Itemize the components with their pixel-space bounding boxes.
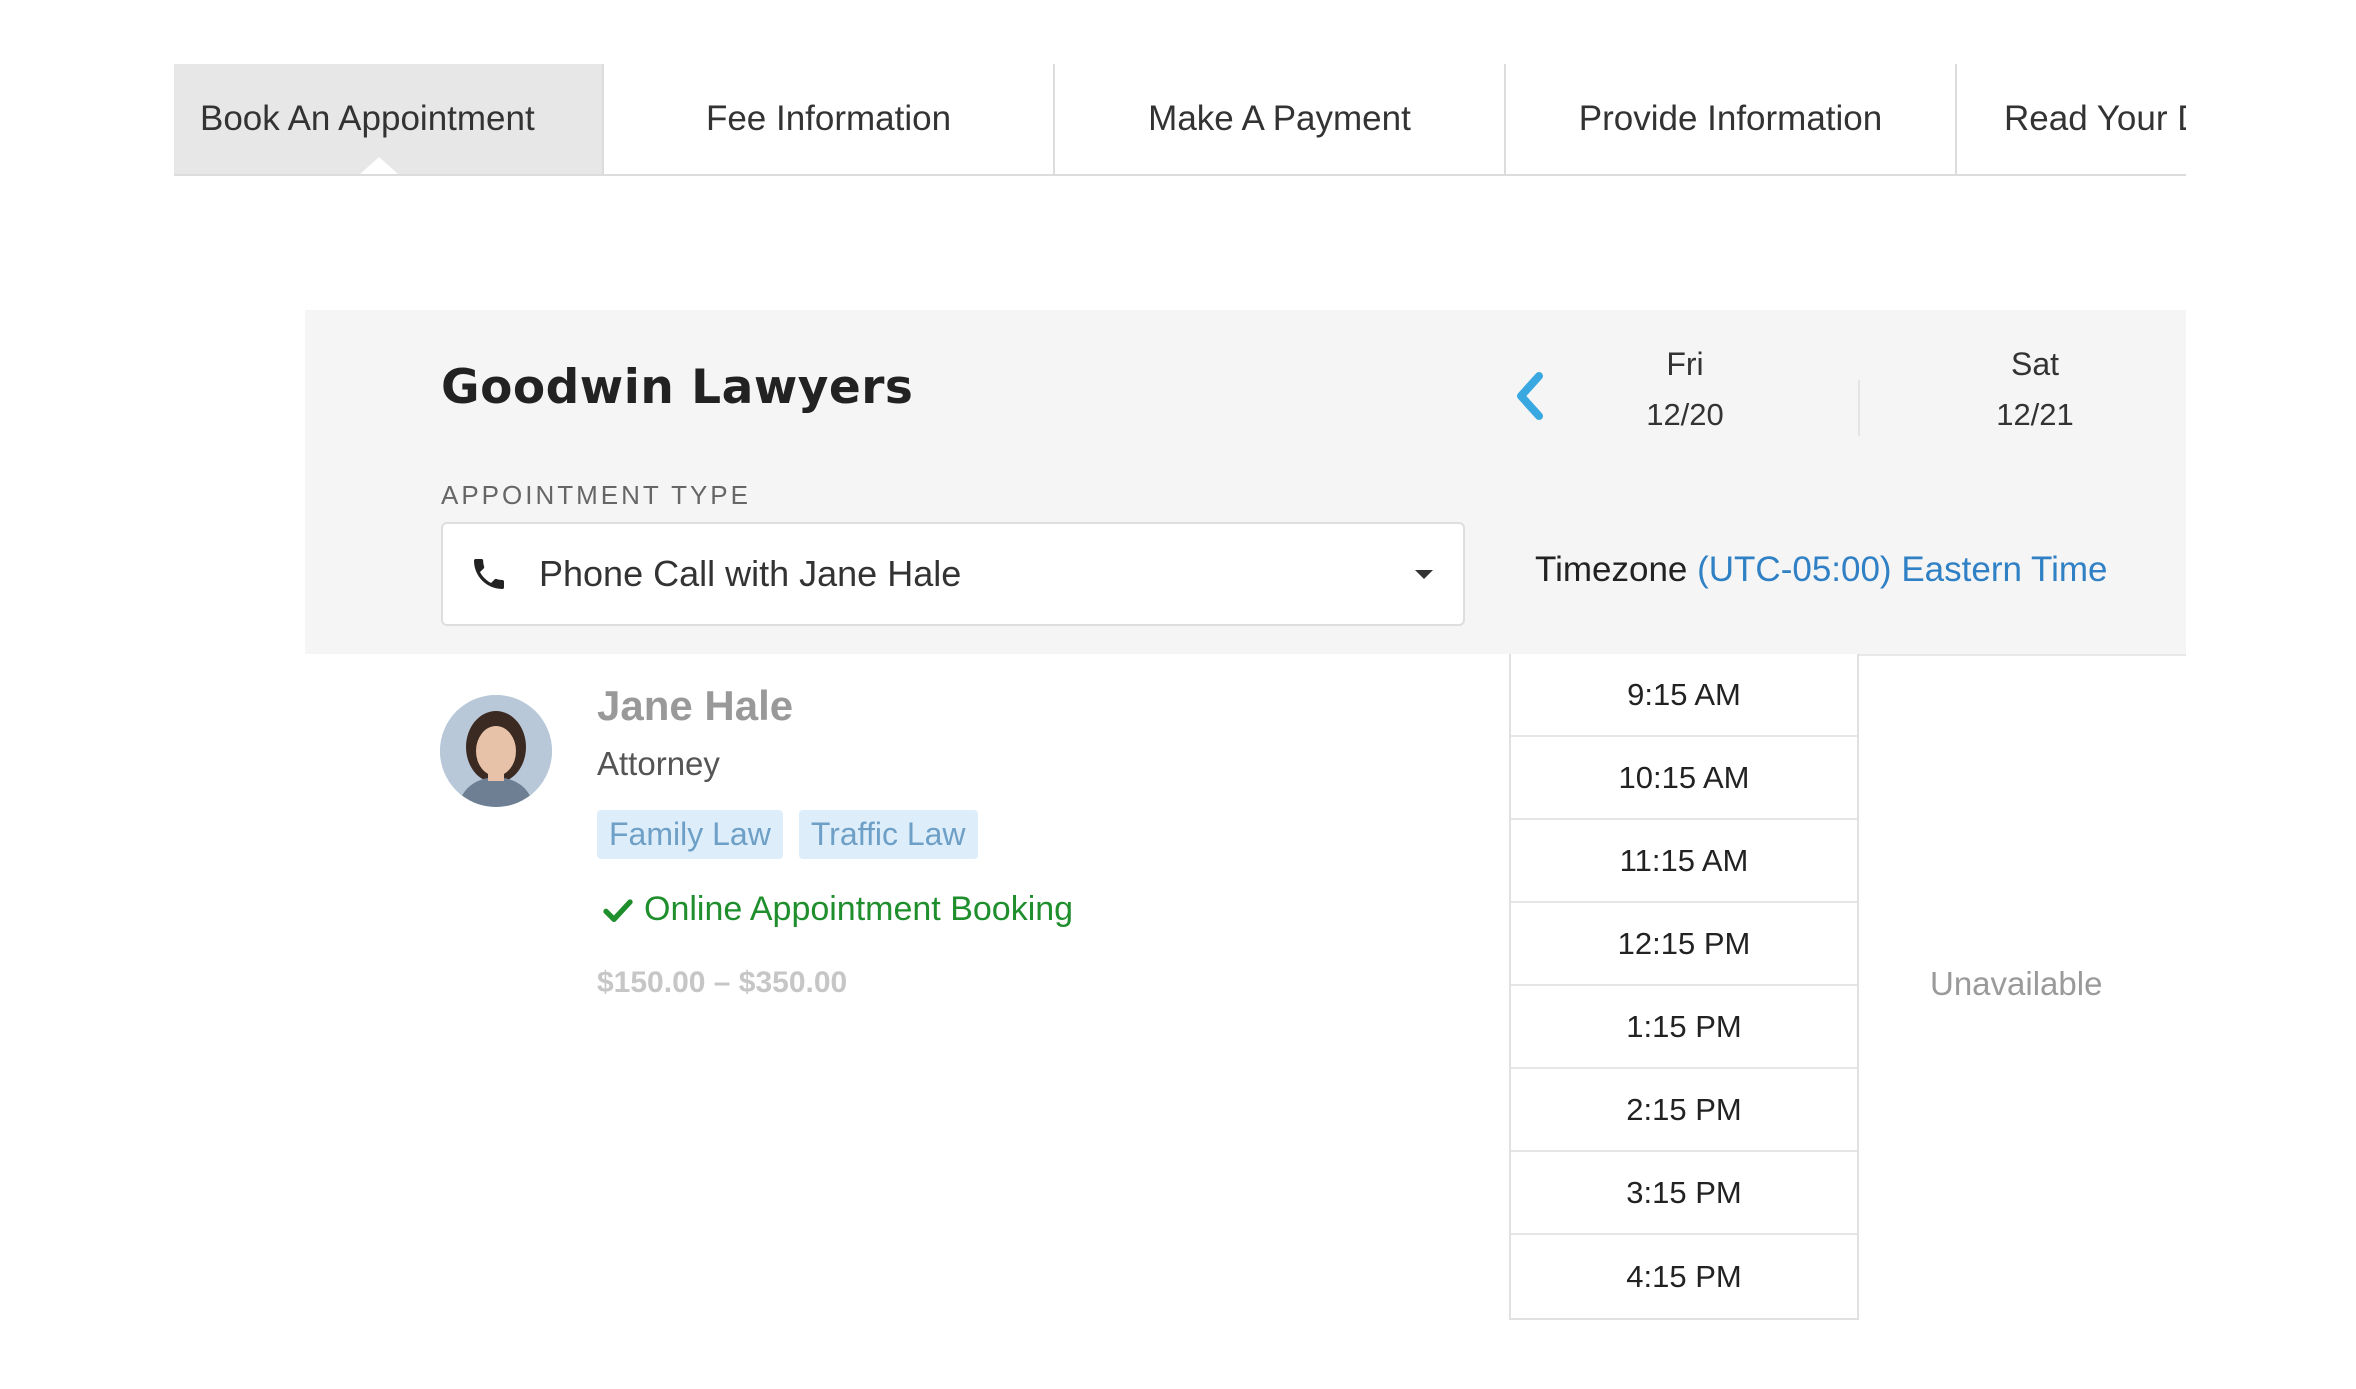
divider <box>1859 654 2186 656</box>
sat-unavailable-status: Unavailable <box>1930 965 2103 1002</box>
day-name: Sat <box>2010 346 2060 382</box>
attorney-name[interactable]: Jane Hale <box>597 682 793 730</box>
day-date: 12/21 <box>1996 397 2074 432</box>
appointment-type-label: APPOINTMENT TYPE <box>441 480 751 510</box>
timezone-link[interactable]: (UTC-05:00) Eastern Time <box>1697 550 2107 589</box>
day-date: 12/20 <box>1646 397 1724 432</box>
time-slot[interactable]: 12:15 PM <box>1511 903 1857 986</box>
time-slot[interactable]: 3:15 PM <box>1511 1152 1857 1235</box>
time-slot[interactable]: 10:15 AM <box>1511 737 1857 820</box>
online-booking-label: Online Appointment Booking <box>644 890 1074 928</box>
tab-read-your[interactable]: Read Your D <box>1955 64 2186 174</box>
price-range: $150.00 – $350.00 <box>597 966 848 999</box>
day-name: Fri <box>1666 346 1704 382</box>
time-slot[interactable]: 11:15 AM <box>1511 820 1857 903</box>
time-slot[interactable]: 2:15 PM <box>1511 1069 1857 1152</box>
time-slot[interactable]: 4:15 PM <box>1511 1235 1857 1318</box>
time-slot[interactable]: 1:15 PM <box>1511 986 1857 1069</box>
attorney-role: Attorney <box>597 745 720 782</box>
booking-header: Goodwin Lawyers APPOINTMENT TYPE Phone C… <box>305 310 2186 654</box>
avatar-image <box>440 695 552 807</box>
tag-family-law: Family Law <box>597 810 783 859</box>
chevron-left-icon[interactable] <box>1505 366 1555 426</box>
time-slot[interactable]: 9:15 AM <box>1511 654 1857 737</box>
online-booking-status: Online Appointment Booking <box>602 890 1073 929</box>
day-header-fri: Fri 12/20 <box>1585 346 1785 433</box>
avatar <box>440 695 552 807</box>
tab-book-appointment[interactable]: Book An Appointment <box>174 64 602 174</box>
day-divider <box>1858 380 1860 436</box>
tab-bar: Book An Appointment Fee Information Make… <box>174 64 2186 176</box>
appointment-type-select[interactable]: Phone Call with Jane Hale <box>441 522 1465 626</box>
tab-make-payment[interactable]: Make A Payment <box>1053 64 1504 174</box>
timezone-label: Timezone <box>1535 550 1688 589</box>
chevron-down-icon <box>1415 570 1433 579</box>
timezone: Timezone (UTC-05:00) Eastern Time <box>1535 550 2108 590</box>
check-icon <box>603 898 633 922</box>
appointment-type-value: Phone Call with Jane Hale <box>539 553 962 594</box>
phone-icon <box>474 559 504 589</box>
tab-provide-information[interactable]: Provide Information <box>1504 64 1955 174</box>
tag-traffic-law: Traffic Law <box>798 810 978 859</box>
tab-fee-information[interactable]: Fee Information <box>602 64 1053 174</box>
firm-name: Goodwin Lawyers <box>441 360 914 415</box>
time-slot-list-fri: 9:15 AM 10:15 AM 11:15 AM 12:15 PM 1:15 … <box>1509 654 1859 1320</box>
practice-area-tags: Family Law Traffic Law <box>597 810 978 859</box>
day-header-sat: Sat 12/21 <box>1935 346 2135 433</box>
